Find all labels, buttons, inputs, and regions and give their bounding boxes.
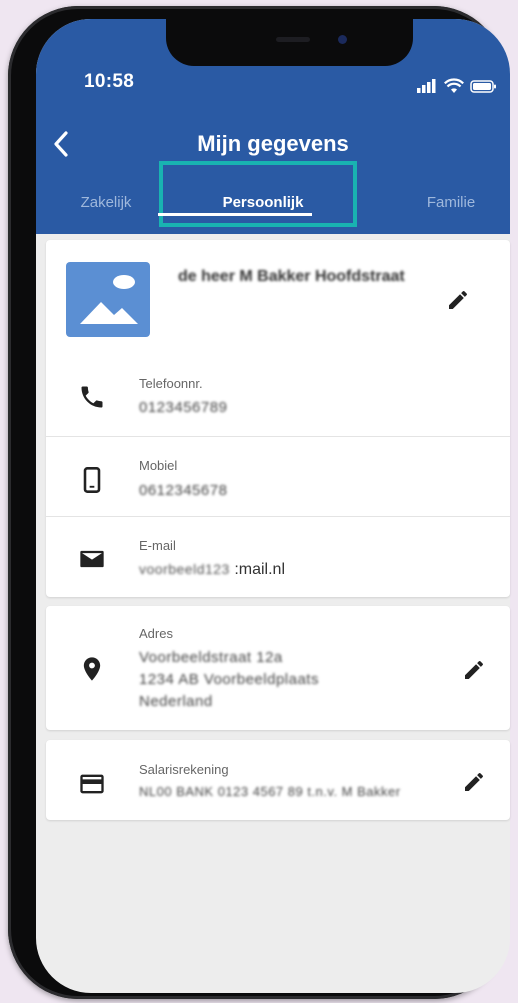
bank-value: NL00 BANK 0123 4567 89 t.n.v. M Bakker	[139, 784, 401, 799]
speaker-grille	[276, 37, 310, 42]
phone-label: Telefoonnr.	[139, 376, 203, 391]
status-time: 10:58	[84, 71, 135, 92]
image-placeholder-icon	[80, 275, 138, 324]
active-tab-indicator	[158, 213, 312, 216]
status-icons	[416, 74, 498, 94]
divider	[46, 436, 510, 437]
tab-zakelijk[interactable]: Zakelijk	[56, 189, 156, 229]
address-label: Adres	[139, 626, 173, 641]
location-pin-icon	[83, 657, 101, 681]
address-line1: Voorbeeldstraat 12a	[139, 649, 283, 666]
profile-name: de heer M Bakker Hoofdstraat	[178, 268, 405, 285]
wifi-icon	[444, 78, 464, 93]
profile-avatar[interactable]	[66, 262, 150, 337]
phone-notch	[166, 19, 413, 66]
mobile-phone-icon	[83, 467, 101, 493]
edit-address-pencil-icon[interactable]	[462, 658, 486, 682]
divider	[46, 516, 510, 517]
phone-value[interactable]: 0123456789	[139, 398, 227, 417]
credit-card-icon	[80, 774, 104, 794]
email-domain: :mail.nl	[234, 561, 285, 578]
email-value[interactable]: voorbeeld123 :mail.nl	[139, 560, 285, 579]
email-value-redacted: voorbeeld123	[139, 561, 230, 577]
tab-familie[interactable]: Familie	[406, 189, 496, 229]
bank-card	[46, 740, 510, 820]
signal-icon	[417, 79, 436, 93]
address-line2: 1234 AB Voorbeeldplaats	[139, 671, 319, 688]
bank-label: Salarisrekening	[139, 762, 229, 777]
email-label: E-mail	[139, 538, 176, 553]
battery-icon	[470, 80, 496, 93]
phone-icon	[81, 386, 103, 408]
front-camera	[338, 35, 347, 44]
tab-highlight-box	[159, 161, 357, 227]
edit-bank-pencil-icon[interactable]	[462, 770, 486, 794]
address-card	[46, 606, 510, 730]
address-line3: Nederland	[139, 693, 213, 710]
page-title: Mijn gegevens	[197, 131, 349, 156]
edit-profile-pencil-icon[interactable]	[446, 288, 470, 312]
email-icon	[80, 550, 104, 568]
mobile-value[interactable]: 0612345678	[139, 481, 227, 500]
mobile-label: Mobiel	[139, 458, 178, 473]
